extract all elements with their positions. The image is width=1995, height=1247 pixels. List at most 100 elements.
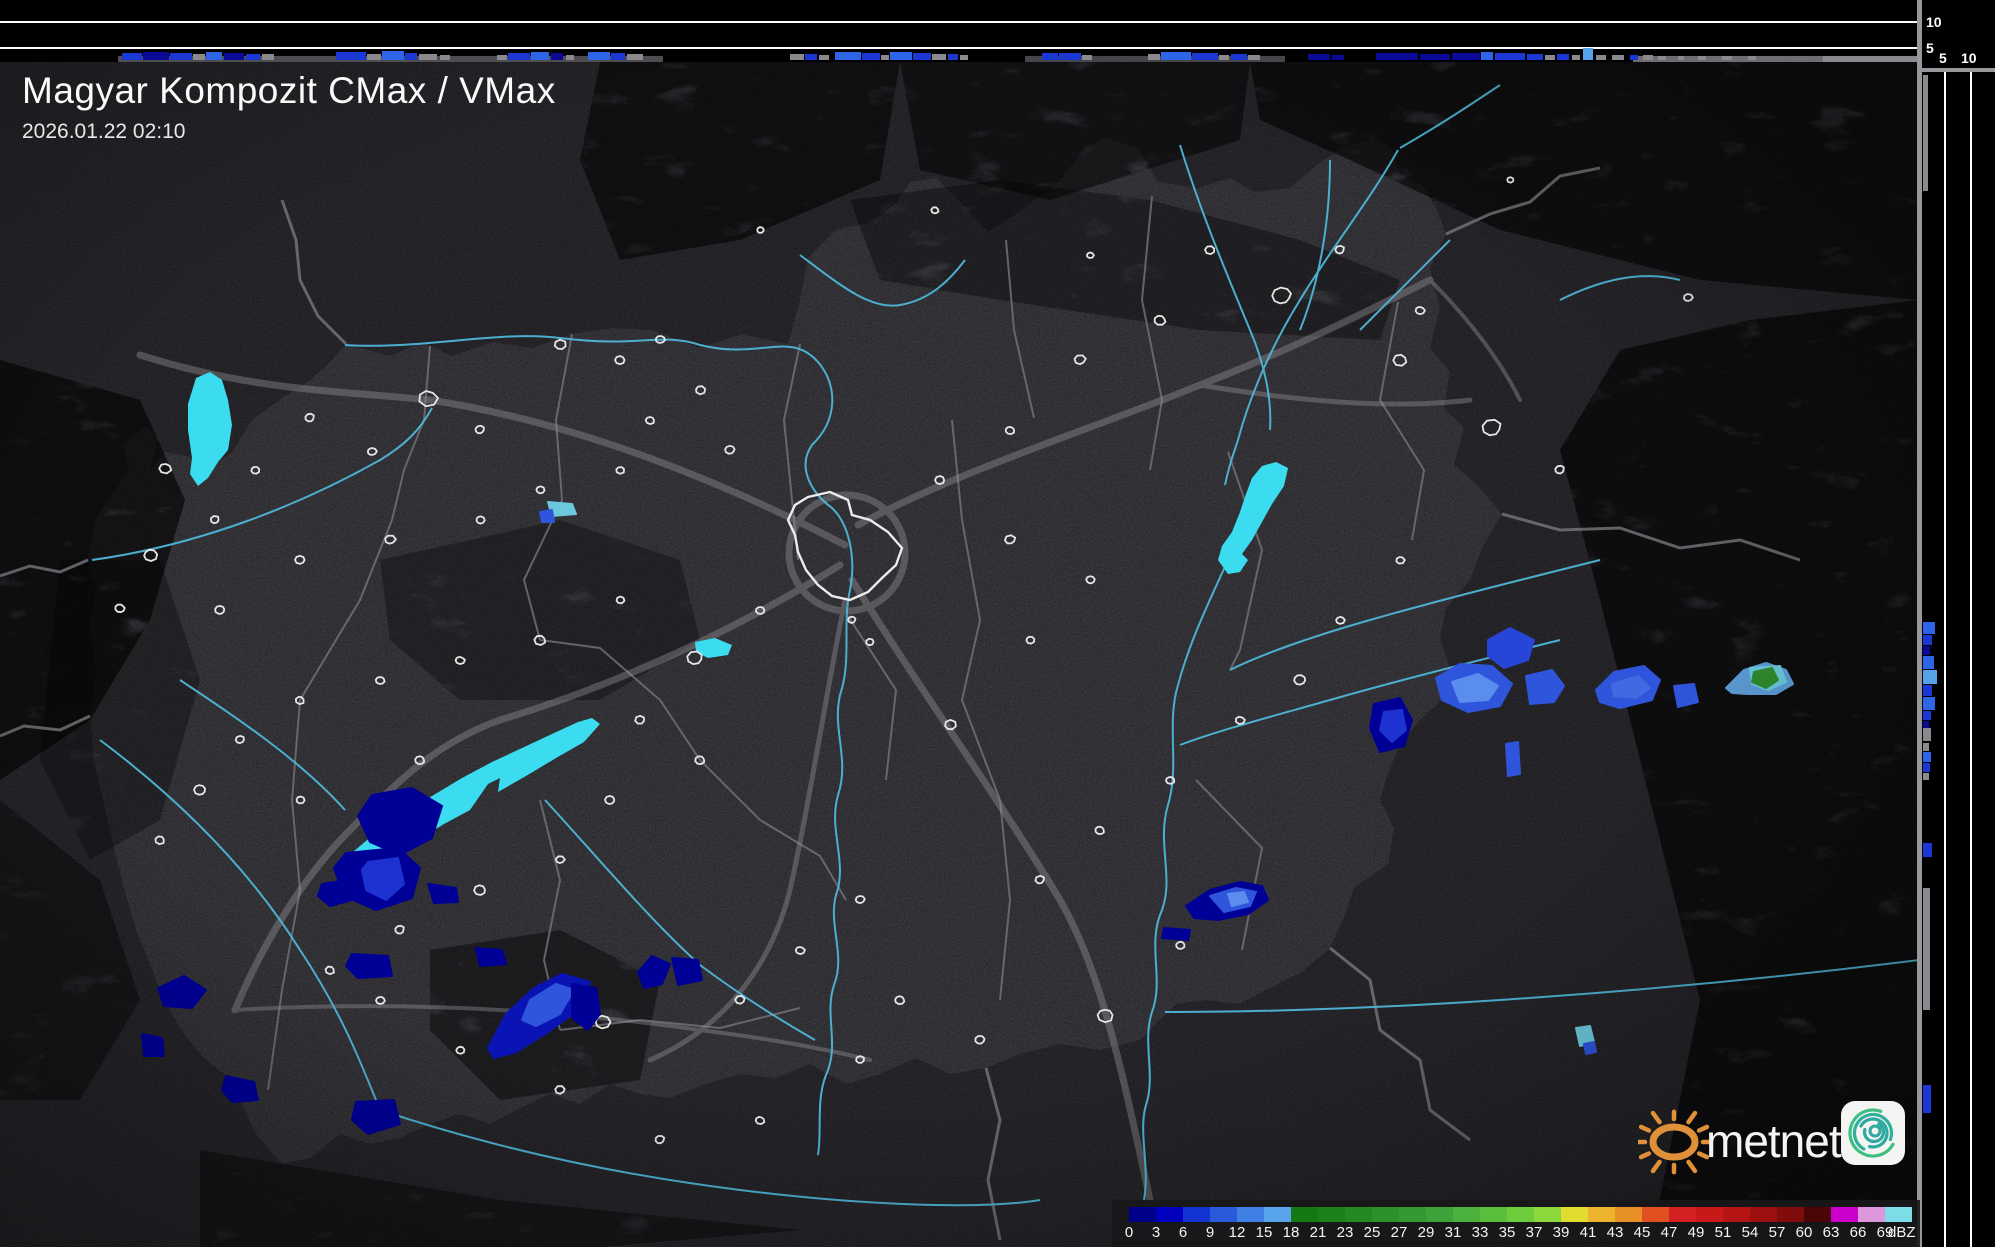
echo-top-mark — [336, 52, 366, 60]
echo-top-mark — [1630, 55, 1638, 60]
reflectivity-legend: 0 3 6 9 12 15 18 21 23 25 27 29 31 33 35 37 39 41 43 45 47 49… — [1112, 1200, 1920, 1247]
timestamp: 2026.01.22 02:10 — [22, 120, 186, 143]
legend-segment — [1291, 1207, 1318, 1222]
legend-segment — [1588, 1207, 1615, 1222]
logo-text: metnet — [1706, 1115, 1842, 1167]
echo-top-mark — [497, 55, 507, 60]
echo-top-mark — [1148, 54, 1160, 60]
legend-tick: 15 — [1255, 1224, 1273, 1241]
legend-tick: 41 — [1579, 1224, 1597, 1241]
legend-tick: 27 — [1390, 1224, 1408, 1241]
echo-top-mark — [862, 53, 880, 60]
sun-ray — [1650, 1110, 1662, 1125]
title-block: Magyar Kompozit CMax / VMax 2026.01.22 0… — [22, 70, 556, 144]
vignette — [0, 62, 1919, 1247]
legend-tick: 54 — [1741, 1224, 1759, 1241]
echo-top-mark — [1231, 54, 1247, 60]
echo-top-mark — [566, 55, 574, 60]
legend-tick: 37 — [1525, 1224, 1543, 1241]
echo-top-mark — [170, 53, 192, 60]
echo-top-mark — [246, 54, 260, 60]
legend-tick: 57 — [1768, 1224, 1786, 1241]
echo-top-mark — [1219, 55, 1229, 60]
legend-tick: 63 — [1822, 1224, 1840, 1241]
echo-top-mark — [890, 52, 912, 60]
echo-top-mark — [440, 55, 450, 60]
echo-top-mark — [1420, 54, 1450, 60]
legend-segment — [1804, 1207, 1831, 1222]
legend-tick: 51 — [1714, 1224, 1732, 1241]
echo-top-mark — [1495, 53, 1525, 60]
cyclone-app-icon — [1841, 1101, 1905, 1165]
echo-top-mark — [819, 55, 829, 60]
legend-tick: 35 — [1498, 1224, 1516, 1241]
echo-top-mark — [143, 52, 169, 60]
legend-segment — [1858, 1207, 1885, 1222]
legend-tick: 0 — [1124, 1224, 1134, 1241]
echo-top-mark — [419, 54, 437, 60]
echo-top-mark — [948, 54, 958, 60]
legend-tick: 49 — [1687, 1224, 1705, 1241]
echo-top-mark — [1481, 52, 1493, 60]
legend-tick: 9 — [1205, 1224, 1215, 1241]
echo-top-mark — [611, 53, 625, 60]
sun-ray — [1638, 1151, 1652, 1160]
echo-top-mark — [405, 53, 417, 60]
sun-ray — [1638, 1124, 1652, 1133]
legend-tick: 12 — [1228, 1224, 1246, 1241]
echo-top-mark — [1572, 55, 1580, 60]
legend-segment — [1642, 1207, 1669, 1222]
legend-tick: 25 — [1363, 1224, 1381, 1241]
echo-side-mark — [1923, 773, 1929, 780]
legend-segment — [1156, 1207, 1183, 1222]
radar-page: { "header": {"title": "Magyar Kompozit C… — [0, 0, 1995, 1247]
echo-side-mark — [1923, 743, 1929, 751]
legend-segment — [1615, 1207, 1642, 1222]
legend-tick: 33 — [1471, 1224, 1489, 1241]
echo-side-mark — [1923, 697, 1935, 710]
echo-top-mark — [224, 53, 244, 60]
echo-top-mark — [1612, 55, 1624, 60]
legend-segment — [1831, 1207, 1858, 1222]
legend-tick: 43 — [1606, 1224, 1624, 1241]
legend-unit: dBZ — [1888, 1224, 1916, 1241]
echo-top-mark — [932, 54, 946, 60]
echo-top-mark — [1545, 55, 1555, 60]
echo-side-mark — [1923, 1085, 1931, 1113]
map-right-divider — [1917, 0, 1922, 1247]
terrain-baseline-mark — [1823, 56, 1919, 62]
legend-segment — [1777, 1207, 1804, 1222]
legend-segment — [1210, 1207, 1237, 1222]
legend-segment — [1669, 1207, 1696, 1222]
legend-tick: 60 — [1795, 1224, 1813, 1241]
metnet-logo[interactable]: metnet — [1638, 1092, 1908, 1188]
legend-segment — [1534, 1207, 1561, 1222]
echo-top-mark — [1658, 56, 1666, 60]
top-axis-tick: 10 — [1926, 14, 1942, 30]
echo-top-mark — [1722, 56, 1732, 60]
legend-segment — [1723, 1207, 1750, 1222]
sun-ray — [1686, 1159, 1698, 1174]
echo-side-mark — [1923, 646, 1930, 655]
legend-segment — [1750, 1207, 1777, 1222]
echo-side-mark — [1923, 635, 1932, 645]
legend-tick: 29 — [1417, 1224, 1435, 1241]
echo-top-mark — [805, 54, 817, 60]
echo-side-mark — [1923, 670, 1937, 684]
sun-icon — [1638, 1109, 1710, 1175]
echo-top-mark — [508, 53, 530, 60]
right-profile-panel — [1917, 0, 1995, 1247]
echo-top-mark — [1161, 52, 1191, 60]
echo-top-mark — [1698, 56, 1706, 60]
right-axis-tick: 10 — [1961, 50, 1977, 66]
echo-side-mark — [1923, 622, 1935, 634]
echo-top-mark — [1308, 54, 1330, 60]
echo-side-mark — [1923, 685, 1932, 696]
echo-side-mark — [1923, 711, 1931, 720]
echo-side-mark — [1923, 888, 1930, 1010]
echo-top-mark — [1332, 55, 1344, 60]
echo-top-mark — [1042, 53, 1058, 60]
top-axis-tick: 5 — [1926, 40, 1934, 56]
right-axis-tick: 5 — [1939, 50, 1947, 66]
echo-side-mark — [1923, 763, 1930, 772]
